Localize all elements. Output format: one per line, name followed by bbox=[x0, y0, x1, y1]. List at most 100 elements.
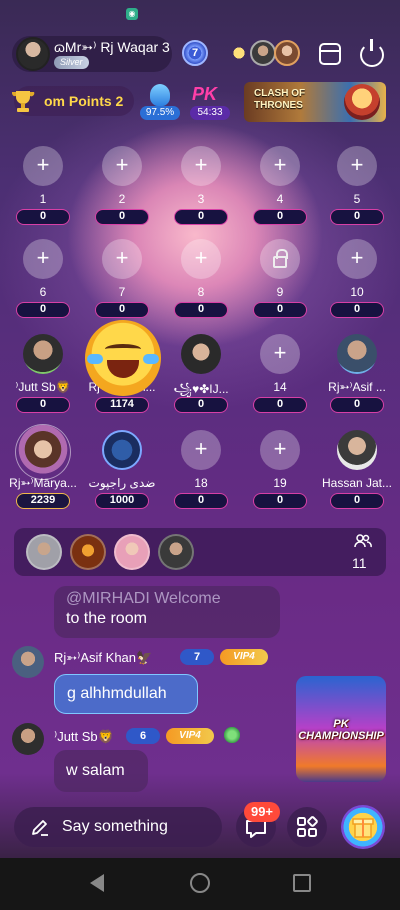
chat-message: g alhhmdullah bbox=[54, 674, 198, 714]
chat-username[interactable]: Rj➳⁾Asif Khan🦅 bbox=[54, 650, 152, 666]
seat-label: 10 bbox=[350, 285, 364, 299]
plus-icon: + bbox=[350, 245, 364, 270]
seat-score: 0 bbox=[330, 397, 384, 413]
plus-icon: + bbox=[194, 245, 208, 270]
seat-11[interactable]: ⁾Jutt Sb🦁 0 bbox=[8, 334, 78, 424]
seat-7[interactable]: + 7 0 bbox=[87, 239, 157, 329]
seat-5[interactable]: + 5 0 bbox=[322, 146, 392, 236]
viewer-avatar[interactable] bbox=[114, 534, 150, 570]
user-avatar bbox=[102, 430, 142, 470]
seat-15[interactable]: Rj➳⁾Asif ... 0 bbox=[322, 334, 392, 424]
seat-label: Hassan Jat... bbox=[321, 476, 393, 490]
calendar-icon[interactable] bbox=[319, 43, 341, 65]
viewer-avatar[interactable] bbox=[70, 534, 106, 570]
welcome-line1: @MIRHADI Welcome bbox=[66, 590, 221, 607]
user-avatar bbox=[23, 334, 63, 374]
room-points-label: om Points 2 bbox=[44, 93, 124, 109]
back-icon[interactable] bbox=[90, 874, 104, 892]
people-icon bbox=[354, 534, 372, 548]
seat-score: 0 bbox=[253, 397, 307, 413]
pk-championship-promo[interactable]: PK CHAMPIONSHIP bbox=[296, 676, 386, 782]
seat-4[interactable]: + 4 0 bbox=[245, 146, 315, 236]
seat-score: 1000 bbox=[95, 493, 149, 509]
vip-badge: VIP4 bbox=[166, 728, 214, 744]
power-icon[interactable] bbox=[360, 39, 384, 67]
apps-button[interactable] bbox=[287, 807, 327, 847]
app-notification-icon: ◉ bbox=[126, 8, 138, 20]
user-avatar bbox=[181, 334, 221, 374]
seat-14[interactable]: + 14 0 bbox=[245, 334, 315, 424]
gift-button[interactable] bbox=[341, 805, 385, 849]
seat-score: 0 bbox=[253, 493, 307, 509]
host-avatar[interactable] bbox=[16, 37, 50, 71]
seat-label: 2 bbox=[118, 192, 126, 206]
promo-title: PK CHAMPIONSHIP bbox=[298, 718, 384, 742]
chat-username[interactable]: ⁾Jutt Sb🦁 bbox=[54, 729, 114, 745]
seat-8[interactable]: + 8 0 bbox=[166, 239, 236, 329]
seat-score: 0 bbox=[330, 209, 384, 225]
viewer-avatar[interactable] bbox=[158, 534, 194, 570]
water-drop-icon bbox=[150, 84, 170, 106]
user-avatar bbox=[337, 334, 377, 374]
seat-label: 4 bbox=[276, 192, 284, 206]
crown-icon bbox=[226, 40, 252, 66]
seat-score: 0 bbox=[95, 302, 149, 318]
vip-badge: VIP4 bbox=[220, 649, 268, 665]
seat-score: 0 bbox=[16, 397, 70, 413]
seat-label: Rj➳⁾Asif ... bbox=[328, 380, 386, 394]
seat-label: Rj➳⁾Mārya... bbox=[9, 476, 77, 490]
seat-score: 0 bbox=[174, 397, 228, 413]
host-name: ɷMr➳⁾ Rj Waqar 3 bbox=[54, 39, 170, 55]
seat-3[interactable]: + 3 0 bbox=[166, 146, 236, 236]
seat-score: 0 bbox=[16, 302, 70, 318]
seat-6[interactable]: + 6 0 bbox=[8, 239, 78, 329]
seat-label: 5 bbox=[353, 192, 361, 206]
progress-badge[interactable]: 97.5% bbox=[140, 84, 180, 122]
seat-13[interactable]: ꧁♥✤IJ... 0 bbox=[166, 334, 236, 424]
user-avatar bbox=[337, 430, 377, 470]
chat-avatar[interactable] bbox=[12, 646, 44, 678]
seat-18[interactable]: + 18 0 bbox=[166, 430, 236, 520]
seat-label: 9 bbox=[276, 285, 284, 299]
seat-score: 0 bbox=[330, 493, 384, 509]
viewer-avatar[interactable] bbox=[26, 534, 62, 570]
welcome-message: @MIRHADI Welcome to the room bbox=[54, 586, 280, 638]
seat-1[interactable]: + 1 0 bbox=[8, 146, 78, 236]
host-tier-badge: Silver bbox=[54, 56, 89, 69]
seat-score: 0 bbox=[16, 209, 70, 225]
grid-icon bbox=[297, 816, 318, 837]
king-character-icon bbox=[344, 84, 380, 120]
top-contributor-avatar[interactable] bbox=[250, 40, 276, 66]
gift-icon bbox=[352, 818, 374, 838]
clash-of-thrones-banner[interactable]: CLASH OF THRONES bbox=[244, 82, 386, 122]
seat-label: ضدی راجپوت bbox=[88, 476, 156, 490]
room-level-badge[interactable]: 7 bbox=[182, 40, 208, 66]
plus-icon: + bbox=[350, 152, 364, 177]
plus-icon: + bbox=[194, 436, 208, 461]
seat-9[interactable]: 9 0 bbox=[245, 239, 315, 329]
seat-label: 18 bbox=[194, 476, 208, 490]
plus-icon: + bbox=[273, 340, 287, 365]
home-icon[interactable] bbox=[190, 873, 210, 893]
plus-icon: + bbox=[115, 152, 129, 177]
top-contributors[interactable] bbox=[226, 40, 302, 66]
seat-17[interactable]: ضدی راجپوت 1000 bbox=[87, 430, 157, 520]
lock-icon bbox=[273, 249, 288, 268]
top-contributor-avatar[interactable] bbox=[274, 40, 300, 66]
recent-apps-icon[interactable] bbox=[293, 874, 311, 892]
emoji-eyes bbox=[105, 344, 141, 354]
chat-avatar[interactable] bbox=[12, 723, 44, 755]
trophy-icon bbox=[11, 91, 35, 112]
seat-score: 0 bbox=[174, 493, 228, 509]
pk-badge[interactable]: PK 54:33 bbox=[190, 84, 230, 122]
seat-10[interactable]: + 10 0 bbox=[322, 239, 392, 329]
user-level-badge: 6 bbox=[126, 728, 160, 744]
seat-score: 0 bbox=[253, 302, 307, 318]
seat-2[interactable]: + 2 0 bbox=[87, 146, 157, 236]
seat-16[interactable]: Rj➳⁾Mārya... 2239 bbox=[8, 424, 78, 520]
seat-19[interactable]: + 19 0 bbox=[245, 430, 315, 520]
seat-score: 1174 bbox=[95, 397, 149, 413]
seat-20[interactable]: Hassan Jat... 0 bbox=[322, 430, 392, 520]
seat-label: ⁾Jutt Sb🦁 bbox=[15, 380, 71, 394]
plus-icon: + bbox=[194, 152, 208, 177]
